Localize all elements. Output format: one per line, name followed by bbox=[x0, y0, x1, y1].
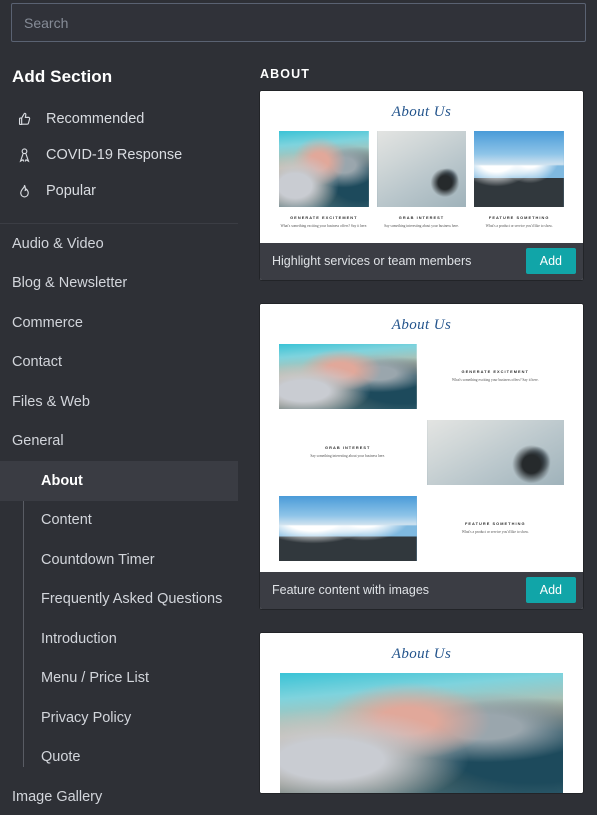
main-split: Add Section Recommended COVID-19 Respons… bbox=[0, 45, 597, 815]
add-button[interactable]: Add bbox=[525, 577, 576, 604]
preview-title: About Us bbox=[391, 645, 452, 662]
sidebar-item-about[interactable]: About bbox=[0, 461, 238, 501]
preview-title: About Us bbox=[391, 316, 452, 333]
ribbon-icon bbox=[12, 144, 36, 166]
sidebar-category-label: Contact bbox=[12, 354, 62, 371]
sidebar-item-label: Frequently Asked Questions bbox=[41, 591, 223, 608]
sidebar-item-label: Popular bbox=[46, 183, 96, 199]
sidebar-category-files-web[interactable]: Files & Web bbox=[0, 382, 238, 422]
row-text: GRAB INTEREST Say something interesting … bbox=[279, 445, 417, 460]
overhead-group-photo bbox=[376, 131, 467, 207]
sidebar-item-popular[interactable]: Popular bbox=[0, 173, 238, 209]
sidebar-item-label: Content bbox=[41, 512, 92, 529]
card-footer: Feature content with images Add bbox=[260, 571, 583, 609]
column-heading: FEATURE SOMETHING bbox=[488, 215, 550, 220]
sidebar-category-label: Files & Web bbox=[12, 393, 90, 410]
add-button[interactable]: Add bbox=[525, 248, 576, 275]
preview-column: GRAB INTEREST Say something interesting … bbox=[376, 131, 467, 230]
sidebar-category-contact[interactable]: Contact bbox=[0, 343, 238, 383]
section-preview: About Us GENERATE EXCITEMENT What's some… bbox=[260, 91, 583, 243]
sidebar-item-covid-19-response[interactable]: COVID-19 Response bbox=[0, 137, 238, 173]
sidebar-item-content[interactable]: Content bbox=[0, 501, 238, 541]
sidebar-item-label: Menu / Price List bbox=[41, 670, 149, 687]
sidebar-item-privacy-policy[interactable]: Privacy Policy bbox=[0, 698, 238, 738]
team-meeting-photo bbox=[279, 343, 417, 409]
column-body: What's something exciting your business … bbox=[280, 224, 368, 228]
column-body: What's a product or service you'd like t… bbox=[485, 224, 553, 228]
card-footer: Highlight services or team members Add bbox=[260, 242, 583, 280]
sidebar-item-label: Quote bbox=[41, 749, 81, 766]
sidebar-item-menu-price-list[interactable]: Menu / Price List bbox=[0, 659, 238, 699]
sidebar-item-introduction[interactable]: Introduction bbox=[0, 619, 238, 659]
sidebar-category-audio-video[interactable]: Audio & Video bbox=[0, 224, 238, 264]
preview-columns: GENERATE EXCITEMENT What's something exc… bbox=[260, 131, 583, 243]
sidebar-category-label: Commerce bbox=[12, 314, 83, 331]
sidebar-subtree-general: About Content Countdown Timer Frequently… bbox=[0, 461, 238, 777]
sidebar-item-quote[interactable]: Quote bbox=[0, 738, 238, 778]
sidebar-item-frequently-asked-questions[interactable]: Frequently Asked Questions bbox=[0, 580, 238, 620]
row-body: Say something interesting about your bus… bbox=[310, 453, 386, 458]
preview-column: GENERATE EXCITEMENT What's something exc… bbox=[279, 131, 369, 230]
sidebar-category-label: Image Gallery bbox=[12, 788, 103, 805]
row-text: FEATURE SOMETHING What's a product or se… bbox=[427, 521, 565, 536]
search-bar bbox=[0, 0, 597, 45]
sidebar-item-label: About bbox=[41, 472, 83, 489]
page-title: Add Section bbox=[12, 67, 113, 86]
row-text: GENERATE EXCITEMENT What's something exc… bbox=[427, 369, 565, 384]
sidebar-item-countdown-timer[interactable]: Countdown Timer bbox=[0, 540, 238, 580]
search-input[interactable] bbox=[11, 3, 586, 42]
sidebar-category-commerce[interactable]: Commerce bbox=[0, 303, 238, 343]
row-heading: GRAB INTEREST bbox=[325, 444, 371, 450]
section-preview: About Us GENERATE EXCITEMENT What's some… bbox=[260, 303, 583, 561]
sidebar-category-label: General bbox=[12, 433, 64, 450]
sidebar-category-label: Blog & Newsletter bbox=[12, 275, 128, 292]
preview-column: FEATURE SOMETHING What's a product or se… bbox=[474, 131, 565, 230]
sidebar: Add Section Recommended COVID-19 Respons… bbox=[0, 45, 238, 815]
card-footer-label: Feature content with images bbox=[272, 583, 430, 598]
sidebar-category-general[interactable]: General bbox=[0, 422, 238, 462]
row-body: What's a product or service you'd like t… bbox=[461, 529, 529, 534]
column-heading: GENERATE EXCITEMENT bbox=[290, 215, 358, 220]
sidebar-category-label: Audio & Video bbox=[12, 235, 104, 252]
preview-title: About Us bbox=[391, 104, 452, 120]
content-panel: ABOUT About Us GENERATE EXCITEMENT What'… bbox=[238, 45, 597, 815]
team-meeting-photo bbox=[279, 131, 369, 207]
section-card[interactable]: About Us GENERATE EXCITEMENT What's some… bbox=[260, 303, 583, 609]
city-skyline-photo bbox=[279, 495, 417, 561]
preview-row: FEATURE SOMETHING What's a product or se… bbox=[260, 495, 583, 561]
column-heading: GRAB INTEREST bbox=[398, 215, 445, 220]
sidebar-item-label: Recommended bbox=[46, 111, 145, 127]
preview-row: GENERATE EXCITEMENT What's something exc… bbox=[260, 343, 583, 409]
section-card[interactable]: About Us GENERATE EXCITEMENT What's some… bbox=[260, 91, 583, 280]
row-heading: FEATURE SOMETHING bbox=[464, 520, 526, 526]
section-preview: About Us bbox=[260, 632, 583, 793]
sidebar-item-recommended[interactable]: Recommended bbox=[0, 101, 238, 137]
flame-icon bbox=[12, 180, 36, 202]
preview-row: GRAB INTEREST Say something interesting … bbox=[260, 419, 583, 485]
sidebar-category-blog-newsletter[interactable]: Blog & Newsletter bbox=[0, 264, 238, 304]
thumbs-up-icon bbox=[12, 108, 36, 130]
sidebar-category-image-gallery[interactable]: Image Gallery bbox=[0, 777, 238, 815]
row-body: What's something exciting your business … bbox=[451, 377, 539, 382]
card-footer-label: Highlight services or team members bbox=[272, 254, 472, 269]
sidebar-item-label: COVID-19 Response bbox=[46, 147, 183, 163]
sidebar-item-label: Countdown Timer bbox=[41, 551, 155, 568]
column-body: Say something interesting about your bus… bbox=[384, 224, 459, 228]
sidebar-item-label: Introduction bbox=[41, 630, 117, 647]
row-heading: GENERATE EXCITEMENT bbox=[461, 368, 529, 374]
overhead-group-photo bbox=[426, 419, 564, 485]
section-card[interactable]: About Us bbox=[260, 632, 583, 793]
content-header: ABOUT bbox=[260, 67, 310, 81]
team-meeting-photo bbox=[280, 672, 563, 793]
sidebar-item-label: Privacy Policy bbox=[41, 709, 132, 726]
city-skyline-photo bbox=[474, 131, 565, 207]
